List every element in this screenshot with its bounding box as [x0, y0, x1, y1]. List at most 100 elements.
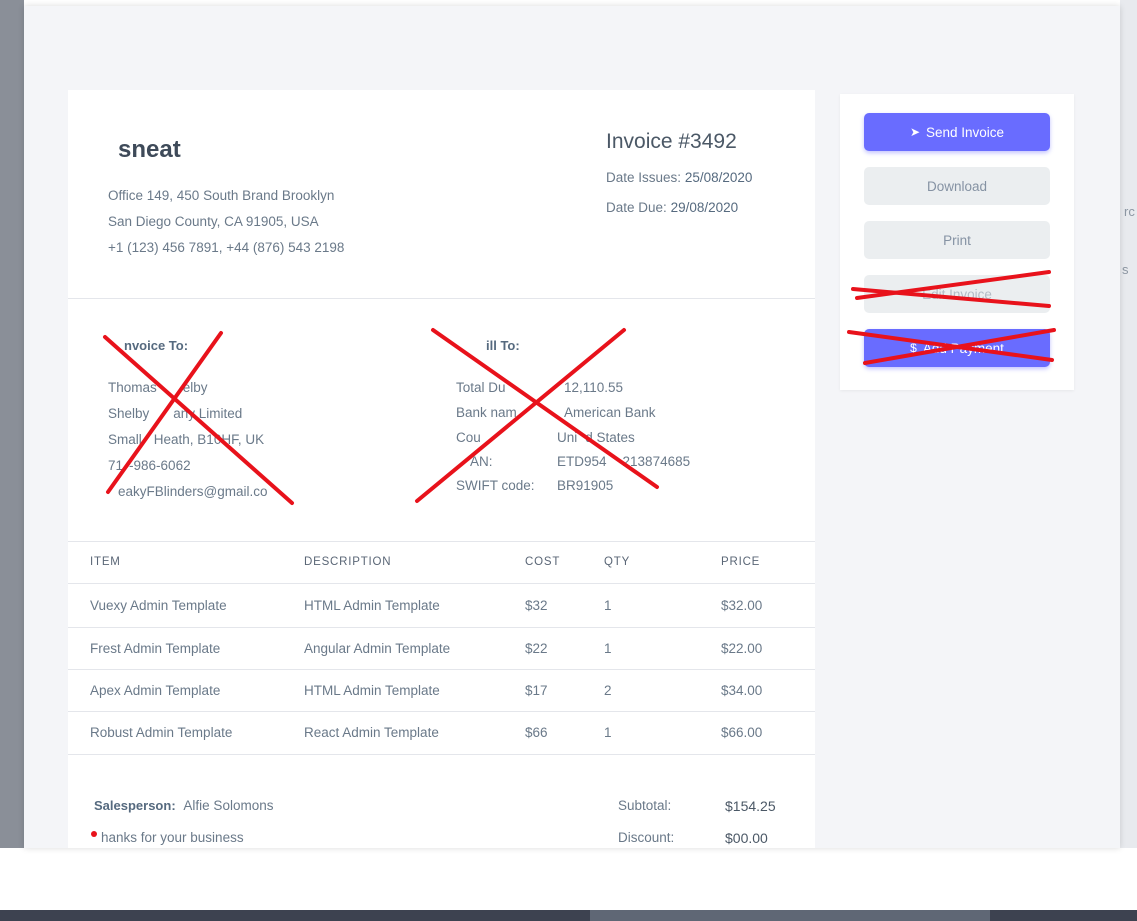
table-cell-cost: $17 — [525, 683, 548, 698]
send-invoice-label: Send Invoice — [926, 124, 1005, 140]
invoice-to-email: eakyFBlinders@gmail.co — [118, 484, 268, 499]
table-cell-description: Angular Admin Template — [304, 641, 451, 656]
bottom-taskbar — [0, 910, 1137, 921]
table-cell-item: Robust Admin Template — [90, 725, 233, 740]
company-address-line: San Diego County, CA 91905, USA — [108, 214, 319, 229]
table-cell-qty: 1 — [604, 641, 612, 656]
subtotal-value: $154.25 — [725, 798, 776, 814]
invoice-to-heading: nvoice To: — [124, 338, 189, 353]
column-header-cost: COST — [525, 556, 561, 568]
table-cell-description: HTML Admin Template — [304, 598, 440, 613]
invoice-to-text: elby — [182, 380, 208, 395]
bill-to-label: SWIFT code: — [456, 478, 535, 493]
bill-to-label: Total Du — [456, 380, 506, 395]
bill-to-text: ETD954 — [557, 454, 607, 469]
table-cell-cost: $66 — [525, 725, 548, 740]
download-label: Download — [926, 178, 988, 194]
invoice-to-name: Thomas elby — [108, 380, 208, 395]
page-backdrop-right: rc s — [1120, 0, 1137, 848]
table-cell-item: Vuexy Admin Template — [90, 598, 227, 613]
brand-logo-text: sneat — [118, 136, 181, 163]
date-issued-row: Date Issues: 25/08/2020 — [606, 170, 752, 185]
backdrop-text-fragment: rc — [1124, 204, 1135, 219]
edit-invoice-button[interactable]: Edit Invoice — [864, 275, 1050, 313]
column-header-item: ITEM — [90, 556, 121, 568]
table-cell-qty: 2 — [604, 683, 612, 698]
bill-to-value: 12,110.55 — [564, 380, 624, 395]
dollar-icon: $ — [910, 341, 917, 355]
bill-to-text: 213874685 — [622, 454, 691, 469]
bill-to-value: American Bank — [564, 405, 656, 420]
bill-to-label: Cou — [456, 430, 481, 445]
invoice-to-address: Small Heath, B10HF, UK — [108, 432, 264, 447]
download-button[interactable]: Download — [864, 167, 1050, 205]
table-cell-item: Apex Admin Template — [90, 683, 221, 698]
invoice-to-company: Shelby any Limited — [108, 406, 242, 421]
invoice-preview-modal: · sneat Office 149, 450 South Brand Broo… — [24, 6, 1120, 848]
invoice-number: Invoice #3492 — [606, 130, 737, 153]
send-invoice-button[interactable]: ➤ Send Invoice — [864, 113, 1050, 151]
table-cell-price: $22.00 — [721, 641, 763, 656]
table-cell-item: Frest Admin Template — [90, 641, 221, 656]
table-cell-description: React Admin Template — [304, 725, 439, 740]
table-cell-qty: 1 — [604, 725, 612, 740]
table-cell-qty: 1 — [604, 598, 612, 613]
invoice-to-text: Small — [108, 432, 142, 447]
salesperson-name: Alfie Solomons — [183, 798, 274, 813]
date-issued-value: 25/08/2020 — [684, 170, 753, 185]
bill-to-label: Bank nam — [456, 405, 517, 420]
print-button[interactable]: Print — [864, 221, 1050, 259]
invoice-to-text: Shelby — [108, 406, 150, 421]
bill-to-heading: ill To: — [486, 338, 520, 353]
table-top-divider — [68, 541, 815, 542]
add-payment-label: Add Payment — [922, 340, 1004, 356]
column-header-qty: QTY — [604, 556, 631, 568]
table-row-divider — [68, 669, 815, 670]
backdrop-text-fragment: s — [1122, 262, 1129, 277]
invoice-to-text: 0HF, UK — [213, 432, 265, 447]
bill-to-text: d States — [585, 430, 635, 445]
salesperson-label: Salesperson: — [94, 798, 176, 813]
invoice-to-phone: 71 -986-6062 — [108, 458, 191, 473]
bill-to-value: BR91905 — [557, 478, 614, 493]
invoice-to-text: 71 — [108, 458, 124, 473]
taskbar-segment — [590, 910, 990, 921]
company-phone-line: +1 (123) 456 7891, +44 (876) 543 2198 — [108, 240, 345, 255]
add-payment-button[interactable]: $ Add Payment — [864, 329, 1050, 367]
table-cell-price: $66.00 — [721, 725, 763, 740]
invoice-actions-card: ➤ Send Invoice Download Print Edit Invoi… — [840, 94, 1074, 390]
discount-value: $00.00 — [725, 830, 768, 846]
invoice-card: sneat Office 149, 450 South Brand Brookl… — [68, 90, 815, 848]
invoice-to-text: Heath, B1 — [153, 432, 214, 447]
print-label: Print — [943, 232, 971, 248]
table-cell-price: $34.00 — [721, 683, 763, 698]
invoice-to-text: -986-6062 — [129, 458, 191, 473]
bill-to-label: AN: — [470, 454, 493, 469]
discount-label: Discount: — [618, 830, 675, 845]
bill-to-value: Uni d States — [557, 430, 635, 445]
salesperson-row: Salesperson: Alfie Solomons — [94, 798, 273, 813]
edit-invoice-label: Edit Invoice — [922, 286, 992, 302]
header-divider — [68, 298, 815, 299]
bill-to-value: ETD954 213874685 — [557, 454, 690, 469]
date-issued-label: Date Issues: — [606, 170, 682, 185]
date-due-row: Date Due: 29/08/2020 — [606, 200, 738, 215]
date-due-label: Date Due: — [606, 200, 667, 215]
table-bottom-divider — [68, 754, 815, 755]
column-header-price: PRICE — [721, 556, 761, 568]
table-row-divider — [68, 711, 815, 712]
company-address-line: Office 149, 450 South Brand Brooklyn — [108, 188, 335, 203]
bill-to-text: Uni — [557, 430, 578, 445]
thanks-note: hanks for your business — [101, 830, 244, 845]
table-cell-description: HTML Admin Template — [304, 683, 440, 698]
column-header-description: DESCRIPTION — [304, 556, 392, 568]
table-header-divider — [68, 583, 815, 584]
subtotal-label: Subtotal: — [618, 798, 672, 813]
invoice-to-text: any Limited — [173, 406, 243, 421]
table-cell-cost: $22 — [525, 641, 548, 656]
table-cell-price: $32.00 — [721, 598, 763, 613]
page-backdrop-left — [0, 0, 24, 848]
table-cell-cost: $32 — [525, 598, 548, 613]
table-row-divider — [68, 627, 815, 628]
date-due-value: 29/08/2020 — [670, 200, 739, 215]
